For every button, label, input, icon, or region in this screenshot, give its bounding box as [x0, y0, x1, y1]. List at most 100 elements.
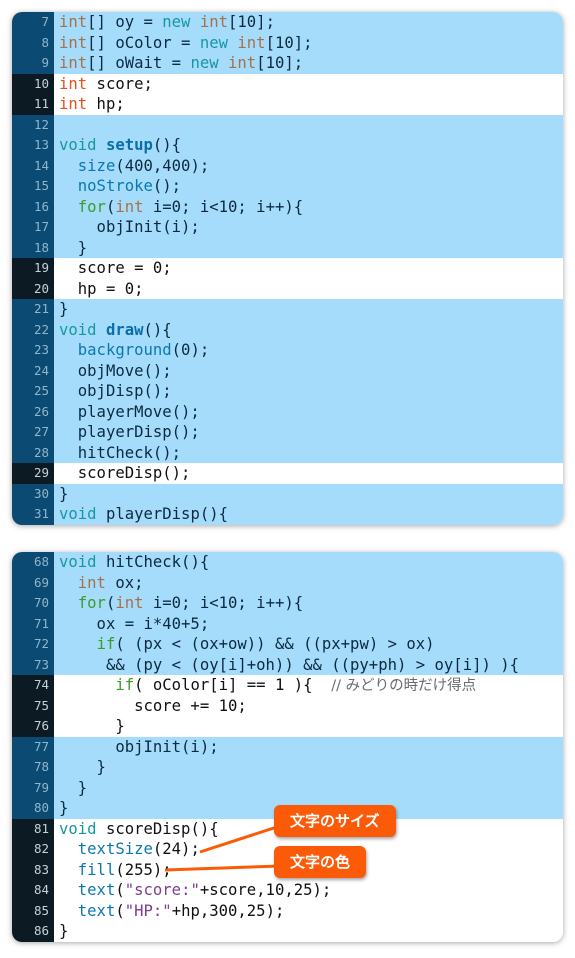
line-number: 75 [12, 695, 54, 716]
code-line: 27 playerDisp(); [12, 422, 563, 443]
code-line: 77 objInit(i); [12, 736, 563, 757]
code-token: int [59, 13, 88, 31]
code-line: 17 objInit(i); [12, 217, 563, 238]
code-token: playerDisp(){ [96, 505, 228, 523]
line-number: 27 [12, 422, 54, 443]
line-number: 9 [12, 53, 54, 74]
line-number: 69 [12, 572, 54, 593]
code-line: 26 playerMove(); [12, 401, 563, 422]
code-text: objDisp(); [54, 381, 563, 402]
line-number: 86 [12, 921, 54, 942]
code-line: 76 } [12, 716, 563, 737]
code-token: draw [105, 320, 144, 339]
code-line: 69 int ox; [12, 572, 563, 593]
line-number: 12 [12, 114, 54, 135]
code-text: int[] oy = new int[10]; [54, 12, 563, 33]
code-line: 30} [12, 483, 563, 504]
code-text: void hitCheck(){ [54, 552, 563, 573]
code-line: 13 void setup(){ [12, 135, 563, 156]
code-text: ox = i*40+5; [54, 613, 563, 634]
code-token: (24); [152, 840, 200, 858]
line-number: 79 [12, 777, 54, 798]
code-token: void [59, 553, 97, 571]
code-text: size(400,400); [54, 155, 563, 176]
code-text: int[] oWait = new int[10]; [54, 53, 563, 74]
code-text: playerDisp(); [54, 422, 563, 443]
code-line: 73 && (py < (oy[i]+oh)) && ((py+ph) > oy… [12, 654, 563, 675]
code-token: [] oColor = [87, 33, 200, 52]
code-token: // みどりの時だけ得点 [331, 678, 477, 694]
code-panel-hitcheck-scoredisp: 68 void hitCheck(){69 int ox; 70 for(int i… [12, 552, 563, 942]
code-token: int [59, 54, 88, 72]
code-token: playerMove(); [59, 402, 200, 421]
line-number: 74 [12, 675, 54, 696]
line-number: 28 [12, 442, 54, 463]
line-number: 21 [12, 299, 54, 320]
line-number: 70 [12, 593, 54, 614]
callout-text-size: 文字のサイズ [274, 805, 396, 837]
code-line: 85 text("HP:"+hp,300,25); [12, 900, 563, 921]
code-line: 71 ox = i*40+5; [12, 613, 563, 634]
code-token: objDisp(); [59, 382, 172, 400]
line-number: 31 [12, 504, 54, 525]
line-number: 84 [12, 880, 54, 901]
code-token: ( [105, 594, 116, 612]
code-token: (); [152, 177, 182, 195]
code-token: size [77, 156, 116, 175]
code-line: 79 } [12, 777, 563, 798]
code-text: int ox; [54, 572, 563, 593]
line-number: 13 [12, 135, 54, 156]
code-text [54, 114, 563, 135]
code-line: 11 int hp; [12, 94, 563, 115]
code-text: if( oColor[i] == 1 ){ // みどりの時だけ得点 [54, 675, 563, 696]
code-token: ( [115, 901, 125, 920]
line-number: 85 [12, 900, 54, 921]
code-text: } [54, 716, 563, 737]
code-token: score; [87, 74, 153, 93]
code-text: int hp; [54, 94, 563, 115]
code-line: 86} [12, 921, 563, 942]
code-text: playerMove(); [54, 401, 563, 422]
code-token: +hp,300,25); [171, 901, 285, 920]
code-token: [] oWait = [87, 54, 191, 72]
code-token: ( [105, 197, 116, 216]
code-token: int [228, 54, 257, 72]
code-token: } [59, 799, 69, 817]
code-token: hitCheck(){ [96, 553, 210, 571]
code-token: text [77, 881, 116, 899]
code-line: 74 if( oColor[i] == 1 ){ // みどりの時だけ得点 [12, 675, 563, 696]
code-text: text("score:"+score,10,25); [54, 880, 563, 901]
line-number: 83 [12, 859, 54, 880]
code-text: } [54, 921, 563, 942]
code-text: for(int i=0; i<10; i++){ [54, 593, 563, 614]
code-token: setup [105, 136, 153, 154]
code-line: 21} [12, 299, 563, 320]
code-text: objInit(i); [54, 736, 563, 757]
code-token: (255); [115, 860, 172, 879]
code-token: textSize [77, 840, 153, 858]
code-line: 70 for(int i=0; i<10; i++){ [12, 593, 563, 614]
code-token: void [59, 320, 97, 339]
line-number: 23 [12, 340, 54, 361]
line-number: 81 [12, 818, 54, 839]
code-panel-setup-draw: 7 int[] oy = new int[10]; 8 int[] oColor = … [12, 12, 563, 525]
code-line: 29 scoreDisp(); [12, 463, 563, 484]
line-number: 26 [12, 401, 54, 422]
code-token: void [59, 819, 97, 838]
line-number: 24 [12, 360, 54, 381]
code-line: 78 } [12, 757, 563, 778]
line-number: 7 [12, 12, 54, 33]
code-line: 9 int[] oWait = new int[10]; [12, 53, 563, 74]
line-number: 82 [12, 839, 54, 860]
code-token: for [77, 197, 106, 216]
code-line: 68 void hitCheck(){ [12, 552, 563, 573]
code-token: int [237, 33, 266, 52]
code-text: int score; [54, 73, 563, 94]
